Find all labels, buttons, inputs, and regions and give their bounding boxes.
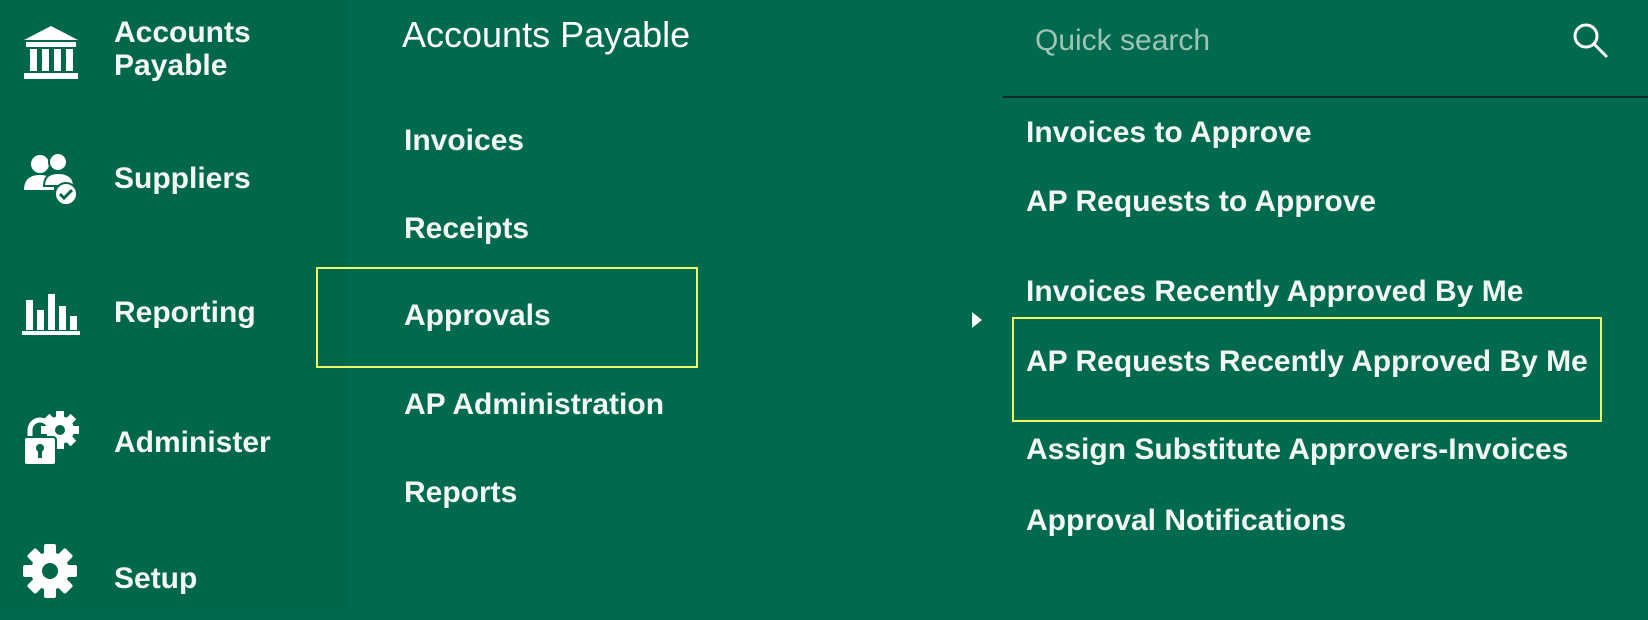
suppliers-icon: [20, 148, 82, 210]
bar-chart-icon: [20, 280, 82, 342]
lock-gear-icon: [20, 408, 82, 470]
quick-search-bar: [1003, 0, 1648, 98]
sidebar-item-label: Payable: [114, 49, 228, 82]
selection-highlight-ap-requests: [1012, 317, 1602, 422]
selection-highlight-approvals: [316, 267, 698, 368]
submenu-item-invoices-recently-approved[interactable]: Invoices Recently Approved By Me: [1026, 275, 1523, 309]
sidebar-item-reporting[interactable]: Reporting: [0, 268, 348, 358]
menu-item-receipts[interactable]: Receipts: [404, 212, 529, 246]
sidebar-item-label: Accounts: [114, 16, 251, 49]
gear-icon: [20, 540, 82, 602]
submenu-item-ap-requests-to-approve[interactable]: AP Requests to Approve: [1026, 185, 1376, 219]
sidebar-item-suppliers[interactable]: Suppliers: [0, 136, 348, 226]
sidebar-item-administer[interactable]: Administer: [0, 398, 348, 488]
caret-right-icon: [972, 312, 982, 328]
menu-item-reports[interactable]: Reports: [404, 476, 517, 510]
sidebar-item-label: Suppliers: [114, 162, 251, 195]
sidebar-item-label: Setup: [114, 562, 198, 595]
menu-item-invoices[interactable]: Invoices: [404, 124, 524, 158]
sidebar-item-label: Administer: [114, 426, 271, 459]
sidebar-item-setup[interactable]: Setup: [0, 530, 348, 620]
approvals-submenu: Invoices to Approve AP Requests to Appro…: [1003, 0, 1648, 609]
sidebar-item-accounts-payable[interactable]: Accounts Payable: [0, 16, 348, 106]
submenu-item-assign-substitute-approvers[interactable]: Assign Substitute Approvers-Invoices: [1026, 433, 1568, 467]
sidebar: Accounts Payable Suppliers Reporting Adm…: [0, 0, 348, 609]
submenu-item-approval-notifications[interactable]: Approval Notifications: [1026, 504, 1346, 538]
menu-title: Accounts Payable: [402, 14, 691, 55]
submenu-item-invoices-to-approve[interactable]: Invoices to Approve: [1026, 116, 1312, 150]
sidebar-item-label: Reporting: [114, 296, 256, 329]
menu-item-ap-administration[interactable]: AP Administration: [404, 388, 664, 422]
search-icon[interactable]: [1570, 20, 1610, 60]
bank-icon: [20, 22, 82, 84]
search-input[interactable]: [1033, 18, 1557, 64]
